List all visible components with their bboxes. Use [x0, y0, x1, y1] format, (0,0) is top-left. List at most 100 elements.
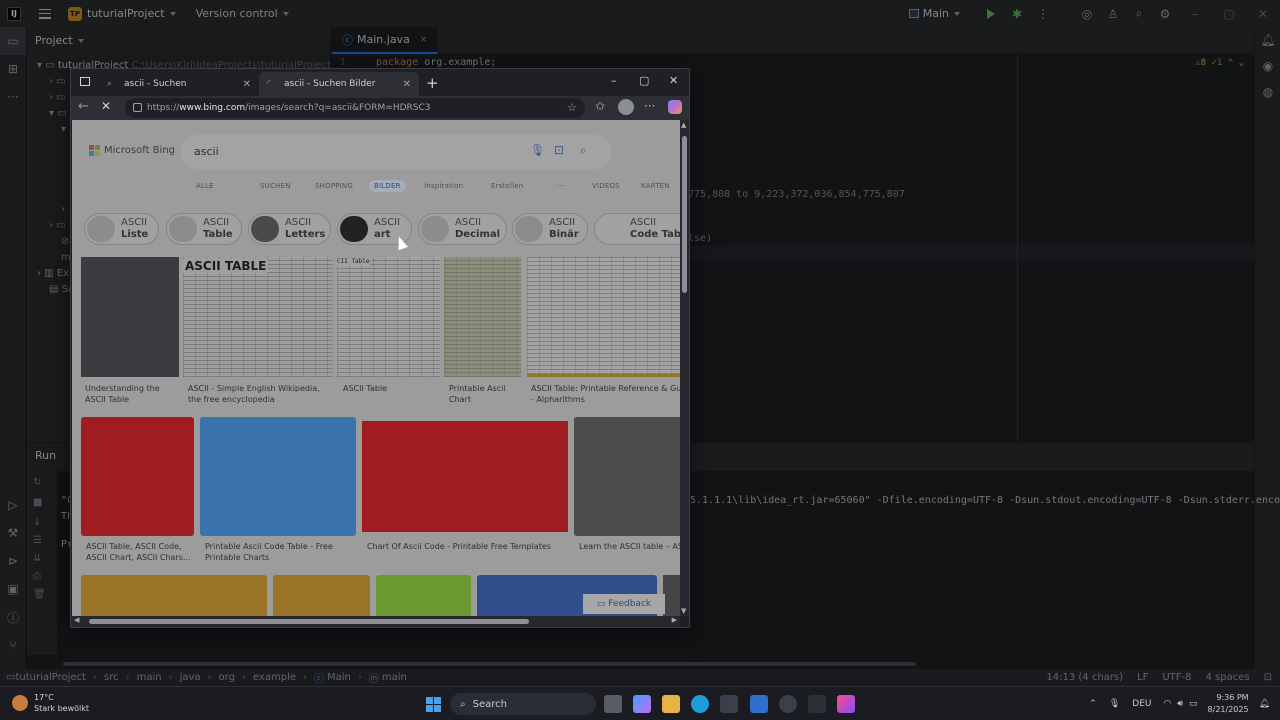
image-caption[interactable]: Learn the ASCII table – AS — [579, 541, 680, 552]
image-result[interactable]: ASCII TABLE — [183, 257, 333, 377]
image-caption[interactable]: ASCII - Simple English Wikipedia, the fre… — [188, 383, 320, 405]
image-caption[interactable]: ASCII Table — [343, 383, 387, 394]
page-horizontal-scrollbar[interactable]: ◀ ▶ — [71, 616, 680, 627]
volume-icon[interactable]: 🔊︎ — [1177, 699, 1183, 709]
chip-thumbnail — [421, 216, 449, 242]
browser-tab-ascii-bilder[interactable]: ◜ ascii - Suchen Bilder ✕ — [259, 72, 419, 96]
related-chip-binaer[interactable]: ASCII Binär — [512, 213, 588, 245]
image-result[interactable] — [81, 575, 267, 616]
scroll-right-icon[interactable]: ▶ — [672, 616, 677, 624]
scroll-thumb[interactable] — [682, 136, 687, 293]
microphone-icon[interactable]: 🎙︎ — [530, 143, 545, 157]
notification-bell-icon[interactable]: 🔔︎ — [1259, 699, 1270, 709]
scroll-thumb[interactable] — [89, 619, 529, 624]
image-result[interactable]: CII Table — [337, 257, 440, 377]
task-view-icon[interactable] — [604, 695, 622, 713]
bing-brand-text: Microsoft Bing — [104, 145, 176, 156]
app-icon[interactable] — [779, 695, 797, 713]
weather-widget[interactable]: 17°C Stark bewölkt — [12, 692, 89, 714]
nav-inspiration[interactable]: Inspiration — [424, 182, 463, 190]
image-result[interactable] — [362, 421, 568, 532]
browser-window: ⌕ ascii - Suchen ✕ ◜ ascii - Suchen Bild… — [70, 68, 690, 628]
image-result[interactable] — [81, 417, 194, 536]
clock[interactable]: 9:36 PM 8/21/2025 — [1208, 692, 1249, 716]
image-result[interactable] — [273, 575, 370, 616]
close-tab-icon[interactable]: ✕ — [403, 79, 411, 90]
chip-label-top: ASCII — [374, 217, 401, 228]
image-caption[interactable]: Chart Of Ascii Code - Printable Free Tem… — [367, 541, 551, 552]
taskbar-search[interactable]: ⌕ Search — [450, 693, 596, 715]
file-explorer-icon[interactable] — [662, 695, 680, 713]
chip-thumbnail — [515, 216, 543, 242]
bing-search-box[interactable]: ascii 🎙︎ ⊡ ⌕ — [180, 135, 612, 169]
image-caption[interactable]: Understanding the ASCII Table — [85, 383, 160, 405]
more-horizontal-icon[interactable]: ··· — [644, 99, 655, 113]
scroll-down-icon[interactable]: ▼ — [681, 607, 686, 615]
favorites-icon[interactable]: ✩ — [595, 99, 605, 113]
nav-videos[interactable]: VIDEOS — [592, 182, 620, 190]
close-tab-icon[interactable]: ✕ — [243, 79, 251, 90]
profile-avatar[interactable] — [618, 99, 634, 115]
related-chip-code-table[interactable]: ASCIICode Table — [594, 213, 680, 245]
nav-shopping[interactable]: SHOPPING — [315, 182, 353, 190]
bing-logo[interactable]: Microsoft Bing — [89, 145, 175, 156]
browser-minimize-button[interactable]: – — [611, 74, 617, 87]
page-vertical-scrollbar[interactable]: ▲ ▼ — [680, 120, 689, 616]
favorite-star-icon[interactable]: ☆ — [567, 101, 577, 114]
caption-line: ASCII Table: Printable Reference & Gui — [531, 384, 680, 393]
copilot-taskbar-icon[interactable] — [633, 695, 651, 713]
back-arrow-icon[interactable]: ← — [78, 99, 89, 114]
chip-thumbnail — [340, 216, 368, 242]
image-caption[interactable]: Printable Ascii Code Table - Free Printab… — [205, 541, 333, 563]
related-chip-table[interactable]: ASCII Table — [166, 213, 242, 245]
lock-icon[interactable] — [133, 103, 142, 112]
related-chip-letters[interactable]: ASCII Letters — [248, 213, 331, 245]
nav-more[interactable]: ··· — [557, 182, 564, 190]
address-bar[interactable]: https://www.bing.com/images/search?q=asc… — [125, 98, 585, 118]
outlook-icon[interactable] — [750, 695, 768, 713]
scroll-left-icon[interactable]: ◀ — [74, 616, 79, 624]
battery-icon[interactable]: ▭ — [1189, 699, 1198, 709]
image-result[interactable] — [444, 257, 521, 377]
visual-search-icon[interactable]: ⊡ — [554, 143, 564, 157]
image-result[interactable] — [376, 575, 471, 616]
chip-label-top: ASCII — [285, 217, 312, 228]
start-button[interactable] — [426, 697, 441, 712]
feedback-button[interactable]: ▭ Feedback — [583, 594, 665, 614]
image-result[interactable] — [574, 417, 680, 536]
edge-icon[interactable] — [691, 695, 709, 713]
input-language[interactable]: DEU — [1132, 699, 1151, 709]
search-icon[interactable]: ⌕ — [580, 143, 587, 158]
image-result[interactable] — [527, 257, 680, 377]
image-result[interactable] — [663, 575, 680, 616]
browser-maximize-button[interactable]: ▢ — [639, 74, 649, 87]
store-icon[interactable] — [720, 695, 738, 713]
microphone-icon[interactable]: 🎙︎ — [1109, 699, 1120, 709]
caption-line: the free encyclopedia — [188, 395, 275, 404]
nav-images[interactable]: BILDER — [369, 180, 406, 192]
scroll-up-icon[interactable]: ▲ — [681, 121, 686, 129]
browser-close-button[interactable]: ✕ — [669, 74, 678, 87]
nav-create[interactable]: Erstellen — [491, 182, 523, 190]
image-caption[interactable]: ASCII Table: Printable Reference & Gui - … — [531, 383, 680, 405]
caption-line: ASCII - Simple English Wikipedia, — [188, 384, 320, 393]
nav-search[interactable]: SUCHEN — [260, 182, 291, 190]
image-result[interactable] — [200, 417, 356, 536]
nav-all[interactable]: ALLE — [196, 182, 214, 190]
wifi-icon[interactable]: ◠ — [1163, 699, 1171, 709]
browser-tab-ascii-suchen[interactable]: ⌕ ascii - Suchen ✕ — [99, 72, 259, 96]
nav-maps[interactable]: KARTEN — [641, 182, 670, 190]
stop-loading-icon[interactable]: ✕ — [101, 99, 111, 113]
tab-actions-icon[interactable] — [80, 77, 90, 86]
image-caption[interactable]: Printable Ascii Chart — [449, 383, 506, 405]
image-result[interactable] — [81, 257, 179, 377]
terminal-taskbar-icon[interactable] — [808, 695, 826, 713]
copilot-icon[interactable] — [668, 100, 682, 114]
chip-thumbnail — [169, 216, 197, 242]
image-caption[interactable]: ASCII Table, ASCII Code, ASCII Chart, ASC… — [86, 541, 191, 563]
chevron-up-icon[interactable]: ⌃ — [1089, 699, 1097, 709]
related-chip-decimal[interactable]: ASCII Decimal — [418, 213, 507, 245]
intellij-taskbar-icon[interactable] — [837, 695, 855, 713]
new-tab-button[interactable]: + — [426, 74, 439, 92]
related-chip-liste[interactable]: ASCII Liste — [84, 213, 159, 245]
